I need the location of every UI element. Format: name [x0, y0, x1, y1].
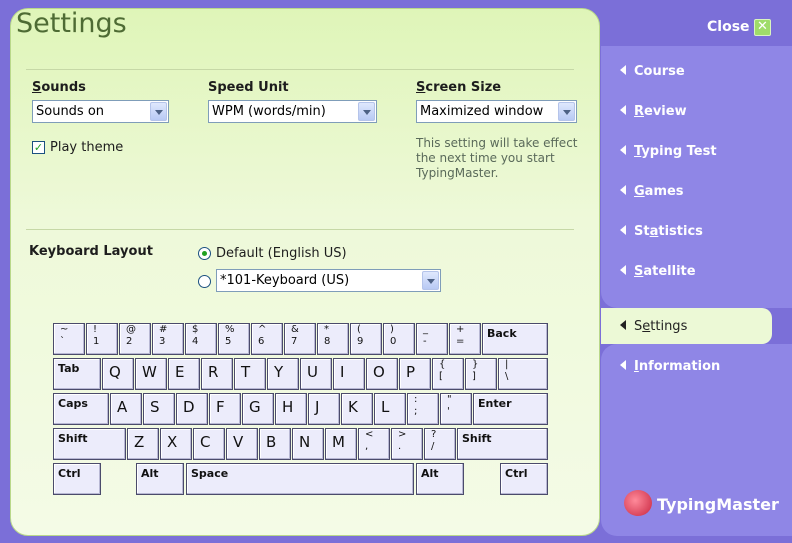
screen-size-select[interactable]: Maximized window: [416, 100, 577, 123]
chevron-down-icon[interactable]: [150, 102, 167, 121]
key-n: N: [292, 428, 324, 460]
key-j: J: [308, 393, 340, 425]
sounds-label: Sounds: [32, 80, 86, 95]
keyboard-layout-select[interactable]: *101-Keyboard (US): [216, 269, 441, 292]
key-l: L: [374, 393, 406, 425]
layout-other-radio[interactable]: [198, 275, 211, 288]
key-right-bracket: }]: [465, 358, 497, 390]
key-period: >.: [391, 428, 423, 460]
triangle-left-icon: [620, 225, 626, 235]
key-7: & 7: [284, 323, 316, 355]
triangle-left-icon: [620, 185, 626, 195]
play-theme-label: Play theme: [50, 140, 124, 155]
sidebar-item-satellite[interactable]: Satellite: [620, 264, 696, 279]
chevron-down-icon[interactable]: [422, 271, 439, 290]
key-p: P: [399, 358, 431, 390]
key-z: Z: [127, 428, 159, 460]
key-a: A: [110, 393, 142, 425]
screen-size-note: This setting will take effect the next t…: [416, 136, 578, 180]
key-backspace: Back: [482, 323, 548, 355]
triangle-left-icon: [620, 360, 626, 370]
sidebar-item-course[interactable]: Course: [620, 64, 685, 79]
divider: [26, 69, 574, 70]
key-enter: Enter: [473, 393, 548, 425]
key-left-shift: Shift: [53, 428, 126, 460]
key-quote: " ': [440, 393, 472, 425]
key-5: % 5: [218, 323, 250, 355]
key-slash: ? /: [424, 428, 456, 460]
key-i: I: [333, 358, 365, 390]
brand-name: TypingMaster: [657, 495, 779, 514]
layout-default-radio[interactable]: [198, 247, 211, 260]
key-g: G: [242, 393, 274, 425]
key-semicolon: :;: [407, 393, 439, 425]
key-t: T: [234, 358, 266, 390]
triangle-left-icon: [620, 265, 626, 275]
key-1: ! 1: [86, 323, 118, 355]
key-c: C: [193, 428, 225, 460]
sidebar-item-statistics[interactable]: Statistics: [620, 224, 703, 239]
sidebar-item-games[interactable]: Games: [620, 184, 684, 199]
key-o: O: [366, 358, 398, 390]
key-comma: <,: [358, 428, 390, 460]
key-8: * 8: [317, 323, 349, 355]
key-f: F: [209, 393, 241, 425]
key-y: Y: [267, 358, 299, 390]
key-e: E: [168, 358, 200, 390]
keyboard-layout-label: Keyboard Layout: [29, 244, 153, 259]
key-left-ctrl: Ctrl: [53, 463, 101, 495]
key-x: X: [160, 428, 192, 460]
chevron-down-icon[interactable]: [358, 102, 375, 121]
key-s: S: [143, 393, 175, 425]
key-backquote: ~ `: [53, 323, 85, 355]
key-0: ) 0: [383, 323, 415, 355]
speed-unit-label: Speed Unit: [208, 80, 289, 95]
key-4: $4: [185, 323, 217, 355]
key-9: (9: [350, 323, 382, 355]
key-3: #3: [152, 323, 184, 355]
sounds-select[interactable]: Sounds on: [32, 100, 169, 123]
key-right-shift: Shift: [457, 428, 548, 460]
chevron-down-icon[interactable]: [558, 102, 575, 121]
key-b: B: [259, 428, 291, 460]
close-button[interactable]: Close: [707, 19, 750, 35]
key-w: W: [135, 358, 167, 390]
layout-default-label: Default (English US): [216, 246, 347, 261]
triangle-left-icon: [620, 65, 626, 75]
sidebar-item-information[interactable]: Information: [620, 359, 720, 374]
key-u: U: [300, 358, 332, 390]
key-right-alt: Alt: [416, 463, 464, 495]
key-right-ctrl: Ctrl: [500, 463, 548, 495]
key-k: K: [341, 393, 373, 425]
screen-size-label: Screen Size: [416, 80, 502, 95]
triangle-left-icon: [620, 105, 626, 115]
key-r: R: [201, 358, 233, 390]
play-theme-checkbox[interactable]: ✓: [32, 141, 45, 154]
key-minus: _ -: [416, 323, 448, 355]
key-h: H: [275, 393, 307, 425]
key-space: Space: [186, 463, 414, 495]
key-left-alt: Alt: [136, 463, 184, 495]
sidebar-item-settings[interactable]: Settings: [620, 319, 687, 334]
key-d: D: [176, 393, 208, 425]
key-m: M: [325, 428, 357, 460]
sidebar-item-typing-test[interactable]: Typing Test: [620, 144, 717, 159]
speed-unit-select[interactable]: WPM (words/min): [208, 100, 377, 123]
page-title: Settings: [16, 8, 127, 39]
key-caps-lock: Caps: [53, 393, 109, 425]
key-6: ^ 6: [251, 323, 283, 355]
sidebar-item-review[interactable]: Review: [620, 104, 687, 119]
key-v: V: [226, 428, 258, 460]
key-tab: Tab: [53, 358, 101, 390]
triangle-left-icon: [620, 320, 626, 330]
triangle-left-icon: [620, 145, 626, 155]
key-left-bracket: {[: [432, 358, 464, 390]
divider: [26, 229, 574, 230]
key-q: Q: [102, 358, 134, 390]
key-equal: + =: [449, 323, 481, 355]
close-icon[interactable]: ✕: [754, 19, 771, 36]
typingmaster-logo-icon: [624, 490, 652, 516]
key-2: @2: [119, 323, 151, 355]
key-backslash: | \: [498, 358, 548, 390]
